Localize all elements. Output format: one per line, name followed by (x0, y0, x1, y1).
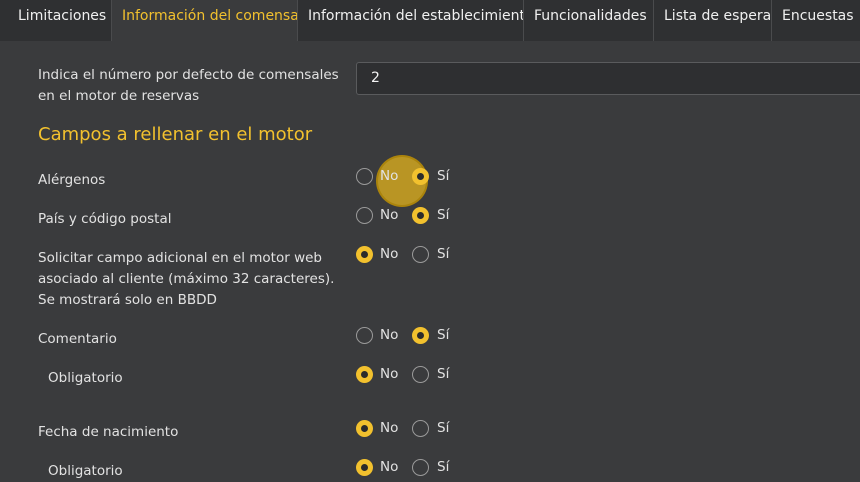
comentario-yes-label[interactable]: Sí (437, 327, 449, 344)
fecha-obligatorio-no-radio[interactable] (356, 459, 373, 476)
tab-funcionalidades[interactable]: Funcionalidades (524, 0, 654, 41)
alergenos-yes-radio[interactable] (412, 168, 429, 185)
campo-adicional-yes-label[interactable]: Sí (437, 246, 449, 263)
default-diners-input[interactable]: 2 (356, 62, 860, 95)
campo-adicional-no-radio[interactable] (356, 246, 373, 263)
comentario-no-label[interactable]: No (380, 327, 398, 344)
fecha-nacimiento-yes-radio[interactable] (412, 420, 429, 437)
tab-limitaciones[interactable]: Limitaciones (8, 0, 112, 41)
tab-lista-espera[interactable]: Lista de espera (654, 0, 772, 41)
fecha-nacimiento-no-label[interactable]: No (380, 420, 398, 437)
comentario-yes-radio[interactable] (412, 327, 429, 344)
fecha-obligatorio-yes-label[interactable]: Sí (437, 459, 449, 476)
fecha-obligatorio-yes-radio[interactable] (412, 459, 429, 476)
campo-adicional-yes-radio[interactable] (412, 246, 429, 263)
alergenos-no-radio[interactable] (356, 168, 373, 185)
comentario-no-radio[interactable] (356, 327, 373, 344)
default-diners-label: Indica el número por defecto de comensal… (38, 67, 339, 104)
campo-adicional-no-label[interactable]: No (380, 246, 398, 263)
comentario-obligatorio-yes-radio[interactable] (412, 366, 429, 383)
fecha-nacimiento-yes-label[interactable]: Sí (437, 420, 449, 437)
tab-encuestas[interactable]: Encuestas (772, 0, 860, 41)
field-label-comentario-obligatorio: Obligatorio (48, 370, 123, 386)
field-label-comentario: Comentario (38, 331, 117, 347)
pais-cp-yes-label[interactable]: Sí (437, 207, 449, 224)
tab-informacion-comensal[interactable]: Información del comensal (112, 0, 298, 41)
alergenos-yes-label[interactable]: Sí (437, 168, 449, 185)
fecha-obligatorio-no-label[interactable]: No (380, 459, 398, 476)
field-label-pais-cp: País y código postal (38, 211, 172, 227)
pais-cp-no-radio[interactable] (356, 207, 373, 224)
field-label-campo-adicional: Solicitar campo adicional en el motor we… (38, 250, 335, 308)
comentario-obligatorio-no-label[interactable]: No (380, 366, 398, 383)
field-label-alergenos: Alérgenos (38, 172, 106, 188)
fecha-nacimiento-no-radio[interactable] (356, 420, 373, 437)
section-title: Campos a rellenar en el motor (38, 124, 313, 145)
field-label-fecha-nacimiento: Fecha de nacimiento (38, 424, 179, 440)
tab-informacion-establecimiento[interactable]: Información del establecimiento (298, 0, 524, 41)
field-label-fecha-obligatorio: Obligatorio (48, 463, 123, 479)
comentario-obligatorio-yes-label[interactable]: Sí (437, 366, 449, 383)
pais-cp-no-label[interactable]: No (380, 207, 398, 224)
comentario-obligatorio-no-radio[interactable] (356, 366, 373, 383)
alergenos-no-label[interactable]: No (380, 168, 398, 185)
pais-cp-yes-radio[interactable] (412, 207, 429, 224)
tab-bar: Limitaciones Información del comensal In… (0, 0, 860, 41)
